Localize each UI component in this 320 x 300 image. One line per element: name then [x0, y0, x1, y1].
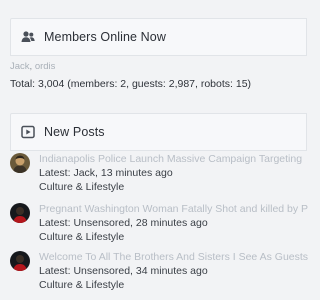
online-total: Total: 3,004 (members: 2, guests: 2,987,… [10, 78, 252, 90]
members-online-block: Members Online Now Jack, ordis Total: 3,… [0, 0, 307, 104]
users-icon [21, 30, 35, 44]
post-forum-link[interactable]: Culture & Lifestyle [39, 181, 124, 193]
play-square-icon [21, 125, 35, 139]
new-posts-title: New Posts [44, 125, 105, 139]
members-online-header[interactable]: Members Online Now [10, 18, 307, 56]
post-title-link[interactable]: Welcome To All The Brothers And Sisters … [39, 251, 308, 263]
new-posts-header[interactable]: New Posts [10, 113, 307, 151]
dark-avatar[interactable] [10, 251, 30, 271]
online-users-list: Jack, ordis [10, 61, 55, 72]
post-title-link[interactable]: Pregnant Washington Woman Fatally Shot a… [39, 203, 308, 215]
online-user-link[interactable]: ordis [35, 61, 56, 72]
members-online-title: Members Online Now [44, 30, 166, 44]
dark-avatar[interactable] [10, 203, 30, 223]
online-user-link[interactable]: Jack [10, 61, 30, 72]
post-item: Pregnant Washington Woman Fatally Shot a… [10, 203, 310, 251]
post-latest: Latest: Unsensored, 34 minutes ago [39, 265, 208, 277]
post-item: Indianapolis Police Launch Massive Campa… [10, 153, 310, 201]
photo-avatar[interactable] [10, 153, 30, 173]
post-forum-link[interactable]: Culture & Lifestyle [39, 279, 124, 291]
post-latest: Latest: Unsensored, 28 minutes ago [39, 217, 208, 229]
post-latest: Latest: Jack, 13 minutes ago [39, 167, 173, 179]
post-forum-link[interactable]: Culture & Lifestyle [39, 231, 124, 243]
post-title-link[interactable]: Indianapolis Police Launch Massive Campa… [39, 153, 302, 165]
post-item: Welcome To All The Brothers And Sisters … [10, 251, 310, 299]
